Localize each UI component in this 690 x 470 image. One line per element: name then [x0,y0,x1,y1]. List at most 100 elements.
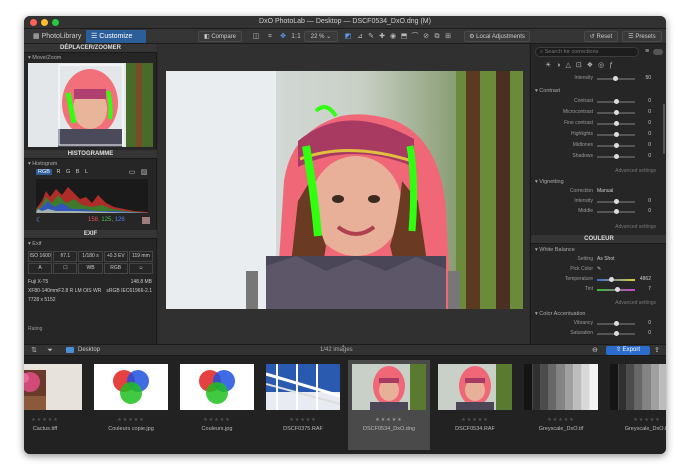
zoom-select[interactable]: 22 % ⌄ [304,31,338,42]
contrast-row-knob[interactable] [614,110,619,115]
contrast-row[interactable]: Microcontrast 0 [539,109,659,117]
thumbnail-rating-stars[interactable]: ★★★★★ [348,417,430,423]
compare-button[interactable]: ◧ Compare [198,31,242,42]
wb-section-title[interactable]: ▾ White Balance [535,247,575,253]
thumbnail-rating-stars[interactable]: ★★★★★ [520,417,602,423]
filmstrip-thumbnail[interactable]: ★★★★★ Greyscale_DxO.tif [606,360,666,450]
vignetting-advanced-settings[interactable]: Advanced settings [615,224,656,230]
fx-tab-icon[interactable]: ƒ [609,62,618,69]
color-accentuation-section-title[interactable]: ▾ Color Accentuation [535,311,585,317]
image-viewer[interactable] [158,44,529,344]
geometry-tab-icon[interactable]: ⊡ [576,62,587,69]
channel-g[interactable]: G [66,169,70,175]
saturation-value[interactable]: 0 [639,330,651,336]
move-zoom-header[interactable]: DÉPLACER/ZOOMER [24,44,157,53]
contrast-row[interactable]: Highlights 0 [539,131,659,139]
filmstrip-thumbnail[interactable]: ★★★★★ Couleurs copie.jpg [90,360,172,450]
filmstrip-thumbnail[interactable]: ★★★★★ Cactus.tiff [24,360,86,450]
wb-temperature-knob[interactable] [609,277,614,282]
vignetting-middle-row[interactable]: Middle 0 [539,208,659,216]
filmstrip-thumbnail[interactable]: ★★★★★ DSCF0375.RAF [262,360,344,450]
contrast-row[interactable]: Shadows 0 [539,153,659,161]
layers-icon[interactable]: ⧉ [433,32,441,41]
presets-button[interactable]: ☰ Presets [622,31,662,42]
filter-icon[interactable]: ≡ [643,47,651,56]
contrast-row[interactable]: Midtones 0 [539,142,659,150]
thumbnail-rating-stars[interactable]: ★★★★★ [24,417,86,423]
contrast-row[interactable]: Contrast 0 [539,98,659,106]
clipping-icon[interactable]: ▨ [140,168,148,177]
repair-icon[interactable]: ✚ [378,32,386,41]
vibrancy-row[interactable]: Vibrancy 0 [539,320,659,328]
crop-icon[interactable]: ⌗ [266,32,274,41]
contrast-advanced-settings[interactable]: Advanced settings [615,168,656,174]
watermark-icon[interactable]: ⊘ [422,32,430,41]
local-adjustments-button[interactable]: ⚙ Local Adjustments [464,31,530,42]
reset-button[interactable]: ↺ Reset [584,31,618,42]
contrast-row-value[interactable]: 0 [639,153,651,159]
saturation-knob[interactable] [614,331,619,336]
navigator-preview[interactable] [28,63,153,147]
vibrancy-knob[interactable] [614,321,619,326]
couleur-header[interactable]: COULEUR [531,235,666,244]
thumbnail-rating-stars[interactable]: ★★★★★ [606,417,666,423]
wb-temperature-track[interactable] [597,279,635,281]
vignetting-intensity-knob[interactable] [614,199,619,204]
exif-header[interactable]: EXIF [24,230,157,239]
effects-tab-icon[interactable]: ❖ [587,62,598,69]
contrast-row-knob[interactable] [614,121,619,126]
contrast-section-title[interactable]: ▾ Contrast [535,88,560,94]
local-tab-icon[interactable]: ◎ [598,62,609,69]
share-icon[interactable]: ⇪ [654,346,660,354]
wb-pick-row[interactable]: Pick Color ✎ [539,266,659,274]
contrast-row-value[interactable]: 0 [639,98,651,104]
intensity-top-knob[interactable] [613,76,618,81]
tab-photolibrary[interactable]: ▦ PhotoLibrary [28,30,86,43]
contrast-row-value[interactable]: 0 [639,142,651,148]
detail-tab-icon[interactable]: △ [566,62,576,69]
channel-l[interactable]: L [85,169,88,175]
wb-advanced-settings[interactable]: Advanced settings [615,300,656,306]
main-photo[interactable] [166,71,523,309]
vibrancy-value[interactable]: 0 [639,320,651,326]
panel-scrollbar[interactable] [663,104,665,154]
contrast-row[interactable]: Fine contrast 0 [539,120,659,128]
intensity-top-row[interactable]: Intensity 50 [539,75,659,83]
eyedropper-icon[interactable]: ✎ [367,32,375,41]
display-icon[interactable]: ▭ [128,168,136,177]
brush-icon[interactable]: ⌒ [411,32,419,41]
corrections-search[interactable]: ⌕ Search for corrections [535,47,639,57]
sort-icon[interactable]: ⇅ [30,346,38,355]
light-tab-icon[interactable]: ☀ [545,62,556,69]
thumbnail-rating-stars[interactable]: ★★★★★ [90,417,172,423]
contrast-row-knob[interactable] [614,132,619,137]
straighten-icon[interactable]: ⊿ [356,32,364,41]
saturation-row[interactable]: Saturation 0 [539,330,659,338]
tab-customize[interactable]: ☰ Customize [86,30,146,43]
contrast-row-value[interactable]: 0 [639,109,651,115]
contrast-row-value[interactable]: 0 [639,120,651,126]
highlight-clipping-icon[interactable]: ◩ [344,32,352,41]
filmstrip-thumbnail[interactable]: ★★★★★ Greyscale_DxO.tif [520,360,602,450]
filmstrip-thumbnail[interactable]: ★★★★★ DSCF0534.RAF [434,360,516,450]
wb-setting-row[interactable]: Setting As Shot [539,256,659,264]
vignetting-middle-knob[interactable] [614,209,619,214]
vignetting-middle-value[interactable]: 0 [639,208,651,214]
perspective-icon[interactable]: ⬒ [400,32,408,41]
split-view-icon[interactable]: ◫ [252,32,260,41]
wb-tint-value[interactable]: 7 [639,286,651,292]
channel-r[interactable]: R [56,169,60,175]
histogram-header[interactable]: HISTOGRAMME [24,150,157,159]
redeye-icon[interactable]: ◉ [389,32,397,41]
wb-tint-knob[interactable] [615,287,620,292]
vignetting-section-title[interactable]: ▾ Vignetting [535,179,564,185]
filmstrip-thumbnail[interactable]: ★★★★★ DSCF0534_DxO.dng [348,360,430,450]
color-tab-icon[interactable]: ◑ [556,62,565,69]
wb-temperature-row[interactable]: Temperature 4862 [539,276,659,284]
folder-name[interactable]: Desktop [78,347,100,353]
export-settings-icon[interactable]: ⊖ [592,346,598,354]
collapse-handle-icon[interactable]: ▴ [342,343,345,349]
grid-overlay-icon[interactable]: ⊞ [444,32,452,41]
filmstrip-thumbnail[interactable]: ★★★★★ Couleurs.jpg [176,360,258,450]
thumbnail-rating-stars[interactable]: ★★★★★ [434,417,516,423]
